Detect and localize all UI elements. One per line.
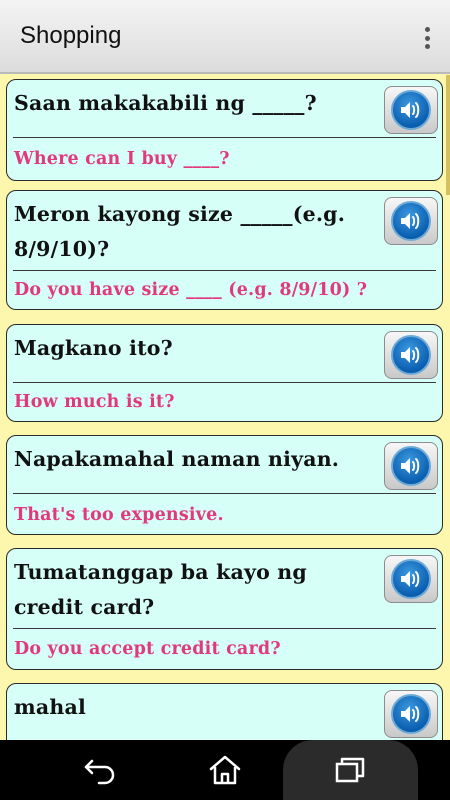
recents-icon	[335, 757, 365, 783]
overflow-menu-icon[interactable]	[418, 24, 436, 52]
speaker-icon	[391, 694, 431, 734]
play-audio-button[interactable]	[384, 331, 438, 379]
back-button[interactable]	[70, 740, 130, 800]
card-divider	[13, 493, 436, 494]
translation-text: Do you have size ____ (e.g. 8/9/10) ?	[14, 280, 368, 300]
menu-dot	[424, 35, 430, 41]
play-audio-button[interactable]	[384, 86, 438, 134]
phrase-text: Napakamahal naman niyan.	[14, 447, 340, 471]
phrase-card[interactable]: Tumatanggap ba kayo ng credit card? Do y…	[6, 548, 443, 670]
card-divider	[13, 628, 436, 629]
system-nav-bar	[0, 740, 450, 800]
app-root: Shopping Saan makakabili ng _____? Where…	[0, 0, 450, 800]
phrase-card[interactable]: mahal	[6, 683, 443, 740]
phrase-card[interactable]: Magkano ito? How much is it?	[6, 324, 443, 422]
speaker-icon	[391, 446, 431, 486]
translation-text: That's too expensive.	[14, 505, 224, 525]
phrase-text: mahal	[14, 695, 86, 719]
phrase-text: Tumatanggap ba kayo ng credit card?	[14, 560, 307, 619]
phrase-text: Magkano ito?	[14, 336, 173, 360]
phrase-card[interactable]: Meron kayong size _____(e.g. 8/9/10)? Do…	[6, 190, 443, 310]
menu-dot	[424, 44, 430, 49]
speaker-icon	[391, 90, 431, 130]
back-icon	[84, 759, 115, 785]
menu-dot	[424, 27, 430, 32]
action-bar: Shopping	[0, 0, 450, 74]
phrase-list[interactable]: Saan makakabili ng _____? Where can I bu…	[0, 75, 450, 740]
card-divider	[13, 137, 436, 138]
phrase-text: Saan makakabili ng _____?	[14, 91, 317, 115]
phrase-text: Meron kayong size _____(e.g. 8/9/10)?	[14, 202, 346, 261]
phrase-card[interactable]: Saan makakabili ng _____? Where can I bu…	[6, 79, 443, 181]
speaker-icon	[391, 335, 431, 375]
home-icon	[209, 755, 241, 785]
translation-text: Where can I buy ____?	[14, 149, 230, 169]
play-audio-button[interactable]	[384, 555, 438, 603]
page-title: Shopping	[20, 22, 122, 49]
recents-button[interactable]	[320, 740, 380, 800]
card-divider	[13, 382, 436, 383]
card-divider	[13, 270, 436, 271]
play-audio-button[interactable]	[384, 690, 438, 738]
play-audio-button[interactable]	[384, 197, 438, 245]
speaker-icon	[391, 201, 431, 241]
home-button[interactable]	[195, 740, 255, 800]
scroll-indicator[interactable]	[446, 75, 450, 195]
speaker-icon	[391, 559, 431, 599]
phrase-card[interactable]: Napakamahal naman niyan. That's too expe…	[6, 435, 443, 535]
play-audio-button[interactable]	[384, 442, 438, 490]
translation-text: Do you accept credit card?	[14, 639, 281, 659]
translation-text: How much is it?	[14, 392, 175, 412]
